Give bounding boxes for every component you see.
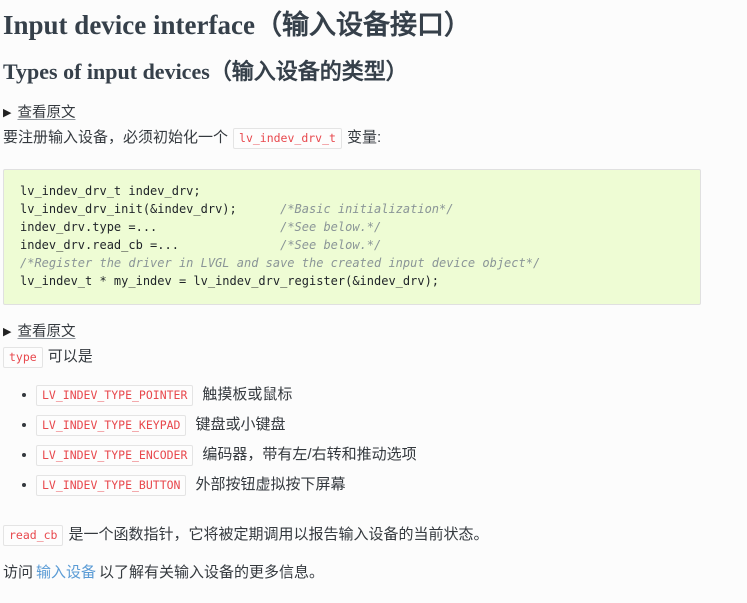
list-item-label: 外部按钮虚拟按下屏幕 bbox=[195, 476, 346, 493]
chevron-right-icon-2: ▶ bbox=[3, 325, 12, 338]
details-original-text-2[interactable]: ▶ 查看原文 bbox=[0, 305, 747, 342]
summary-toggle-2[interactable]: ▶ 查看原文 bbox=[3, 322, 75, 342]
inline-code-read-cb: read_cb bbox=[3, 524, 64, 546]
code-line-4: indev_drv.read_cb =... /*See below.*/ bbox=[20, 238, 382, 252]
intro-paragraph: 要注册输入设备，必须初始化一个 lv_indev_drv_t 变量: bbox=[0, 123, 747, 149]
document-page: Input device interface（输入设备接口） Types of … bbox=[0, 0, 747, 603]
visit-paragraph: 访问 输入设备 以了解有关输入设备的更多信息。 bbox=[0, 562, 747, 584]
input-device-link[interactable]: 输入设备 bbox=[36, 564, 96, 581]
code-line-1: lv_indev_drv_t indev_drv; bbox=[20, 184, 201, 198]
code-block-content: lv_indev_drv_t indev_drv; lv_indev_drv_i… bbox=[20, 182, 686, 290]
intro-text-after: 变量: bbox=[346, 129, 382, 146]
input-device-type-list: LV_INDEV_TYPE_POINTER 触摸板或鼠标 LV_INDEV_TY… bbox=[0, 380, 747, 500]
code-line-2: lv_indev_drv_init(&indev_drv); /*Basic i… bbox=[20, 202, 454, 216]
chevron-right-icon: ▶ bbox=[3, 106, 12, 119]
inline-code-type-encoder: LV_INDEV_TYPE_ENCODER bbox=[36, 444, 194, 466]
code-block-driver-init: lv_indev_drv_t indev_drv; lv_indev_drv_i… bbox=[3, 169, 701, 305]
list-item-label: 触摸板或鼠标 bbox=[202, 386, 293, 403]
page-title: Input device interface（输入设备接口） bbox=[3, 10, 471, 40]
inline-code-type-pointer: LV_INDEV_TYPE_POINTER bbox=[36, 384, 194, 406]
code-line-5: /*Register the driver in LVGL and save t… bbox=[20, 256, 541, 270]
inline-code-type-keypad: LV_INDEV_TYPE_KEYPAD bbox=[36, 414, 187, 436]
summary-label: 查看原文 bbox=[17, 105, 76, 121]
code-line-3: indev_drv.type =... /*See below.*/ bbox=[20, 220, 382, 234]
inline-code-lv-indev-drv-t: lv_indev_drv_t bbox=[233, 127, 342, 149]
list-item: LV_INDEV_TYPE_BUTTON 外部按钮虚拟按下屏幕 bbox=[22, 470, 747, 500]
list-item: LV_INDEV_TYPE_KEYPAD 键盘或小键盘 bbox=[22, 410, 747, 440]
details-original-text-1[interactable]: ▶ 查看原文 bbox=[0, 86, 747, 123]
summary-toggle-1[interactable]: ▶ 查看原文 bbox=[3, 103, 75, 123]
type-intro-text: 可以是 bbox=[47, 348, 93, 365]
visit-text-before: 访问 bbox=[3, 564, 34, 581]
inline-code-type: type bbox=[3, 346, 43, 368]
read-cb-text: 是一个函数指针，它将被定期调用以报告输入设备的当前状态。 bbox=[68, 526, 489, 543]
visit-text-after: 以了解有关输入设备的更多信息。 bbox=[99, 564, 325, 581]
list-item-label: 键盘或小键盘 bbox=[195, 416, 286, 433]
list-item-label: 编码器，带有左/右转和推动选项 bbox=[202, 446, 417, 463]
code-line-6: lv_indev_t * my_indev = lv_indev_drv_reg… bbox=[20, 274, 440, 288]
list-item: LV_INDEV_TYPE_ENCODER 编码器，带有左/右转和推动选项 bbox=[22, 440, 747, 470]
type-intro-paragraph: type 可以是 bbox=[0, 342, 747, 368]
read-cb-paragraph: read_cb 是一个函数指针，它将被定期调用以报告输入设备的当前状态。 bbox=[0, 520, 747, 546]
section-title-types: Types of input devices（输入设备的类型） bbox=[3, 59, 408, 84]
list-item: LV_INDEV_TYPE_POINTER 触摸板或鼠标 bbox=[22, 380, 747, 410]
inline-code-type-button: LV_INDEV_TYPE_BUTTON bbox=[36, 474, 187, 496]
summary-label-2: 查看原文 bbox=[17, 324, 76, 340]
intro-text-before: 要注册输入设备，必须初始化一个 bbox=[3, 129, 229, 146]
